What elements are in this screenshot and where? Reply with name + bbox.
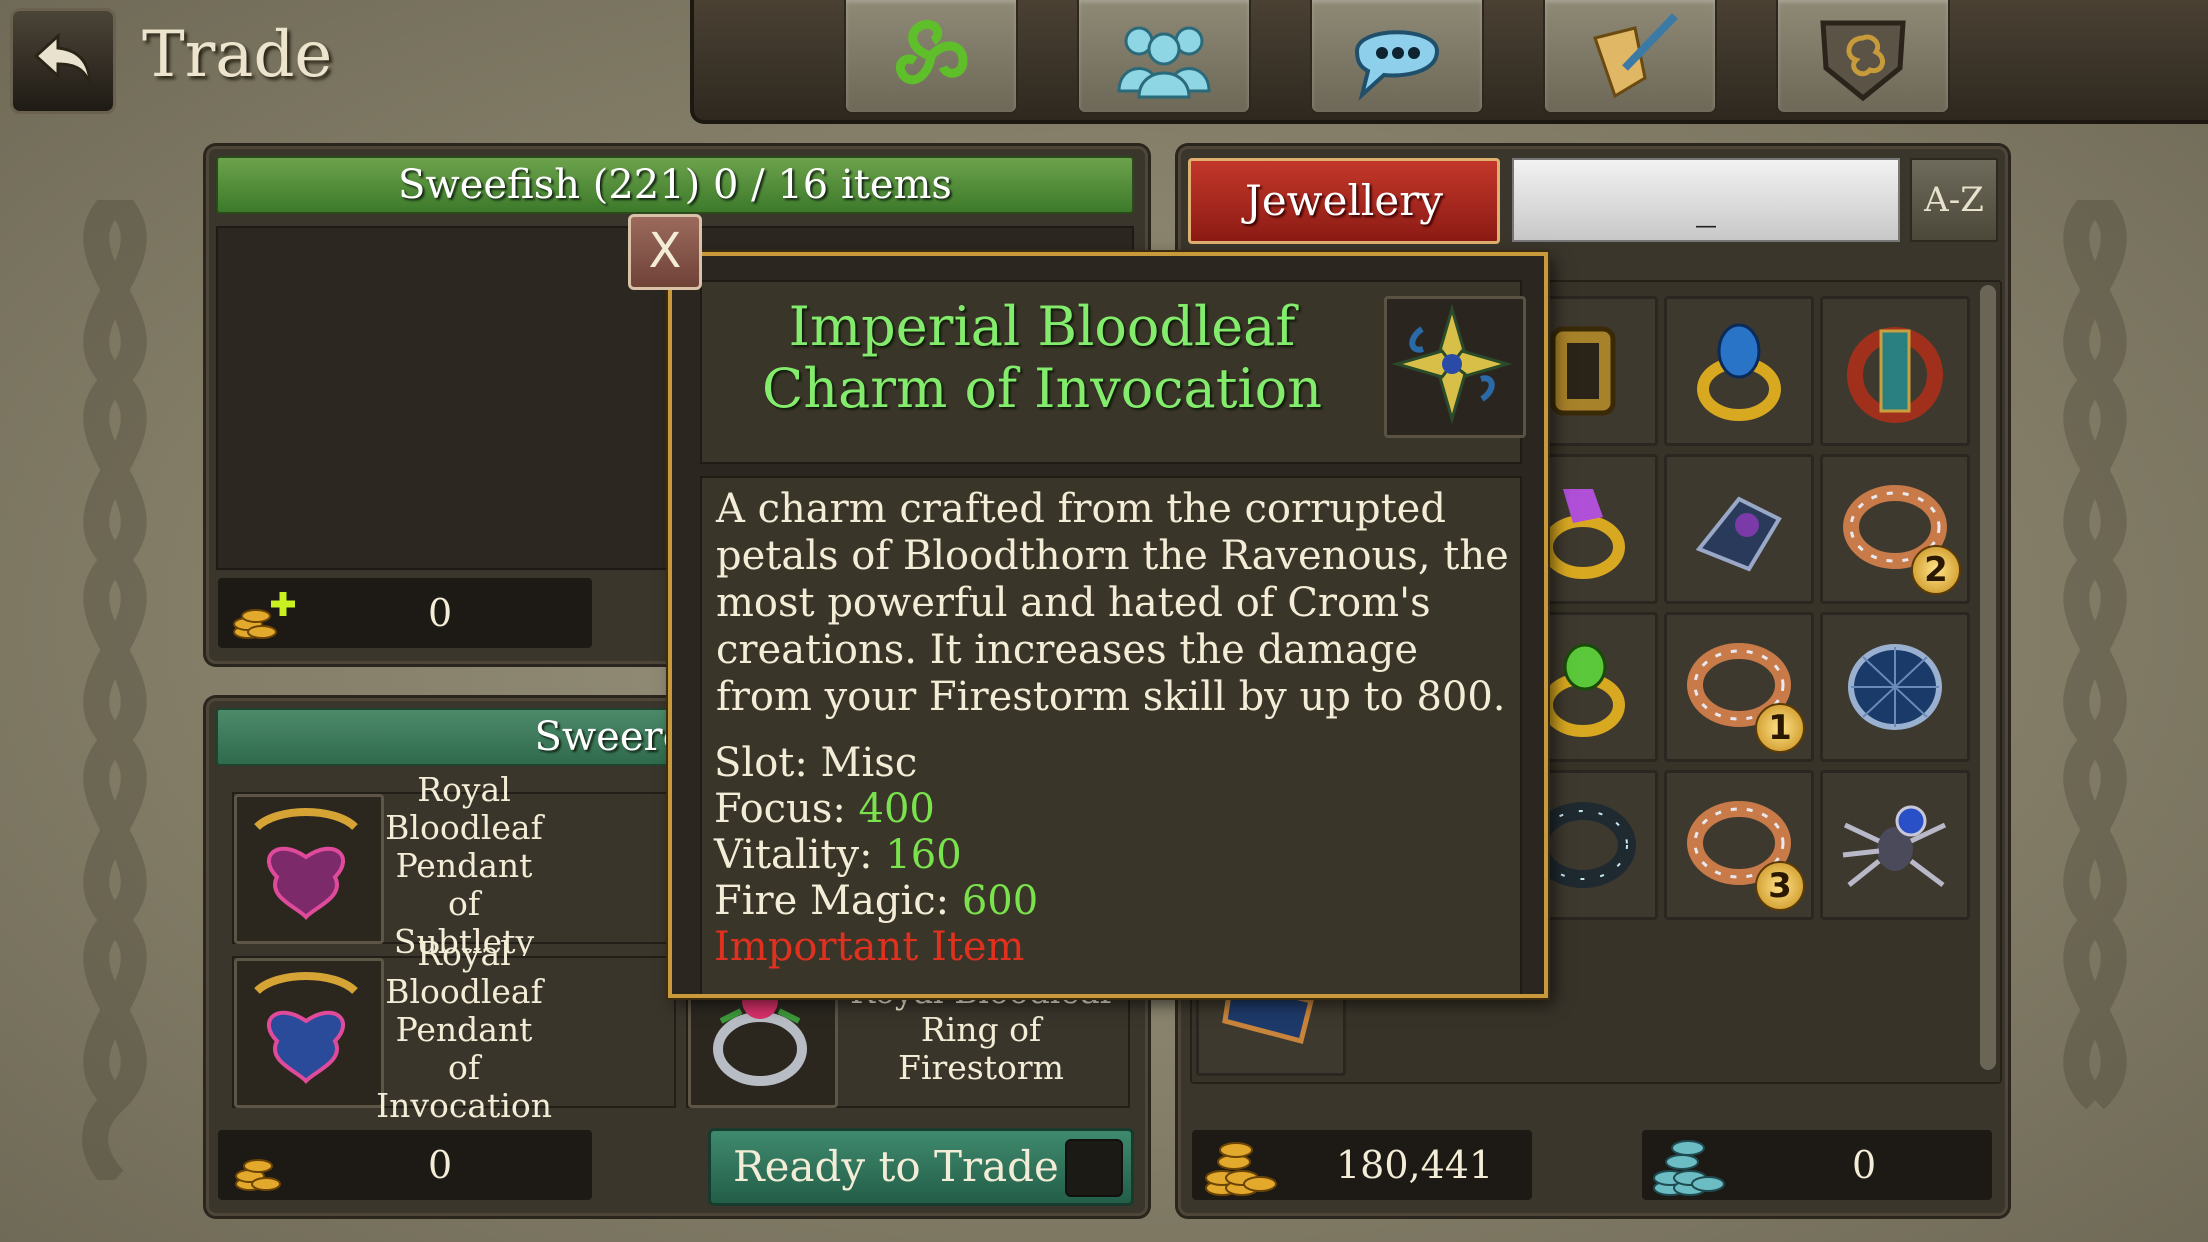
- gold-coins-icon: [1205, 1142, 1277, 1196]
- red-dragon-ring-icon: [1847, 327, 1943, 423]
- sort-az-button[interactable]: A-Z: [1910, 158, 1998, 242]
- tooltip-stat-focus: Focus: 400: [714, 786, 935, 832]
- tooltip-desc-line: petals of Bloodthorn the Ravenous, the: [716, 533, 1509, 579]
- pendant-icon: [234, 958, 384, 1108]
- tooltip-item-name: Imperial Bloodleaf Charm of Invocation: [712, 296, 1372, 420]
- tooltip-close-button[interactable]: X: [628, 214, 702, 290]
- category-filter-button[interactable]: Jewellery: [1188, 158, 1500, 244]
- inventory-slot[interactable]: [1820, 612, 1970, 762]
- tooltip-desc-line: from your Firestorm skill by up to 800.: [716, 674, 1506, 720]
- inventory-scrollbar[interactable]: [1980, 285, 1996, 1070]
- tab-triskelion[interactable]: [844, 0, 1018, 114]
- dark-crystal-ring-icon: [1695, 496, 1782, 572]
- triskelion-icon: [895, 19, 968, 85]
- inventory-slot[interactable]: [1664, 296, 1814, 446]
- their-gold-value: 0: [428, 1143, 453, 1187]
- tab-guild[interactable]: [1077, 0, 1251, 114]
- inventory-slot[interactable]: [1820, 296, 1970, 446]
- shield-crest-icon: [1820, 20, 1906, 102]
- stack-count-badge: 1: [1755, 703, 1805, 753]
- back-arrow-icon: [33, 32, 92, 87]
- add-gold-icon: [233, 592, 295, 639]
- tooltip-header: Imperial Bloodleaf Charm of Invocation: [700, 280, 1526, 464]
- spiderweb-ring-icon: [1848, 644, 1942, 730]
- tooltip-slot: Slot: Misc: [714, 740, 918, 786]
- tooltip-name-line-1: Imperial Bloodleaf: [788, 295, 1296, 358]
- inventory-slot[interactable]: 1: [1664, 612, 1814, 762]
- inventory-slot[interactable]: 3: [1664, 770, 1814, 920]
- my-gold-field[interactable]: 0: [216, 576, 594, 650]
- my-offer-header: Sweefish (221) 0 / 16 items: [216, 156, 1134, 214]
- celtic-knot-left-decoration: [82, 200, 147, 1180]
- tooltip-name-line-2: Charm of Invocation: [762, 357, 1322, 420]
- inventory-silver-display: 0: [1640, 1128, 1994, 1202]
- inventory-gold-value: 180,441: [1336, 1143, 1494, 1187]
- their-offer-item[interactable]: Royal Bloodleaf Pendant of Invocation: [232, 935, 676, 1125]
- their-item-name: Royal Bloodleaf Pendant of Subtlety: [385, 771, 543, 961]
- pendant-icon: [234, 794, 384, 944]
- tooltip-desc-line: most powerful and hated of Crom's: [716, 580, 1431, 626]
- inventory-silver-value: 0: [1852, 1143, 1877, 1187]
- tooltip-important-flag: Important Item: [714, 924, 1025, 970]
- stack-count-badge: 3: [1755, 861, 1805, 911]
- gold-coins-icon: [235, 1159, 281, 1191]
- celtic-knot-right-decoration: [2063, 200, 2127, 1110]
- tab-shield[interactable]: [1776, 0, 1950, 114]
- sapphire-gold-ring-icon: [1697, 323, 1781, 421]
- tab-quests[interactable]: [1543, 0, 1717, 114]
- ready-to-trade-label: Ready to Trade: [733, 1142, 1059, 1191]
- charm-icon: [1384, 296, 1526, 438]
- guild-people-icon: [1117, 26, 1211, 99]
- inventory-slot[interactable]: [1820, 770, 1970, 920]
- ready-to-trade-button[interactable]: Ready to Trade: [708, 1128, 1134, 1206]
- inventory-search-input[interactable]: _: [1512, 158, 1900, 242]
- chat-bubble-icon: [1354, 30, 1440, 101]
- their-item-name: Royal Bloodleaf Pendant of Invocation: [376, 935, 552, 1125]
- stack-count-badge: 2: [1911, 545, 1961, 595]
- ready-checkbox[interactable]: [1065, 1139, 1123, 1197]
- tab-chat[interactable]: [1310, 0, 1484, 114]
- their-gold-field: 0: [216, 1128, 594, 1202]
- quest-scroll-icon: [1593, 13, 1678, 99]
- tooltip-description: A charm crafted from the corrupted petal…: [716, 486, 1516, 721]
- inventory-slot[interactable]: 2: [1820, 454, 1970, 604]
- spider-ring-icon: [1842, 805, 1947, 887]
- inventory-gold-display: 180,441: [1190, 1128, 1534, 1202]
- tooltip-stat-vitality: Vitality: 160: [714, 832, 962, 878]
- item-tooltip: Imperial Bloodleaf Charm of Invocation A…: [668, 252, 1548, 998]
- their-offer-item[interactable]: Royal Bloodleaf Pendant of Subtlety: [232, 771, 676, 961]
- my-gold-value: 0: [428, 591, 453, 635]
- back-button[interactable]: [10, 8, 116, 114]
- tooltip-desc-line: creations. It increases the damage: [716, 627, 1419, 673]
- inventory-slot[interactable]: [1664, 454, 1814, 604]
- page-title: Trade: [142, 18, 333, 92]
- tooltip-stat-fire-magic: Fire Magic: 600: [714, 878, 1039, 924]
- tooltip-body: A charm crafted from the corrupted petal…: [700, 476, 1522, 994]
- silver-coins-icon: [1653, 1140, 1725, 1196]
- tooltip-desc-line: A charm crafted from the corrupted: [716, 486, 1446, 532]
